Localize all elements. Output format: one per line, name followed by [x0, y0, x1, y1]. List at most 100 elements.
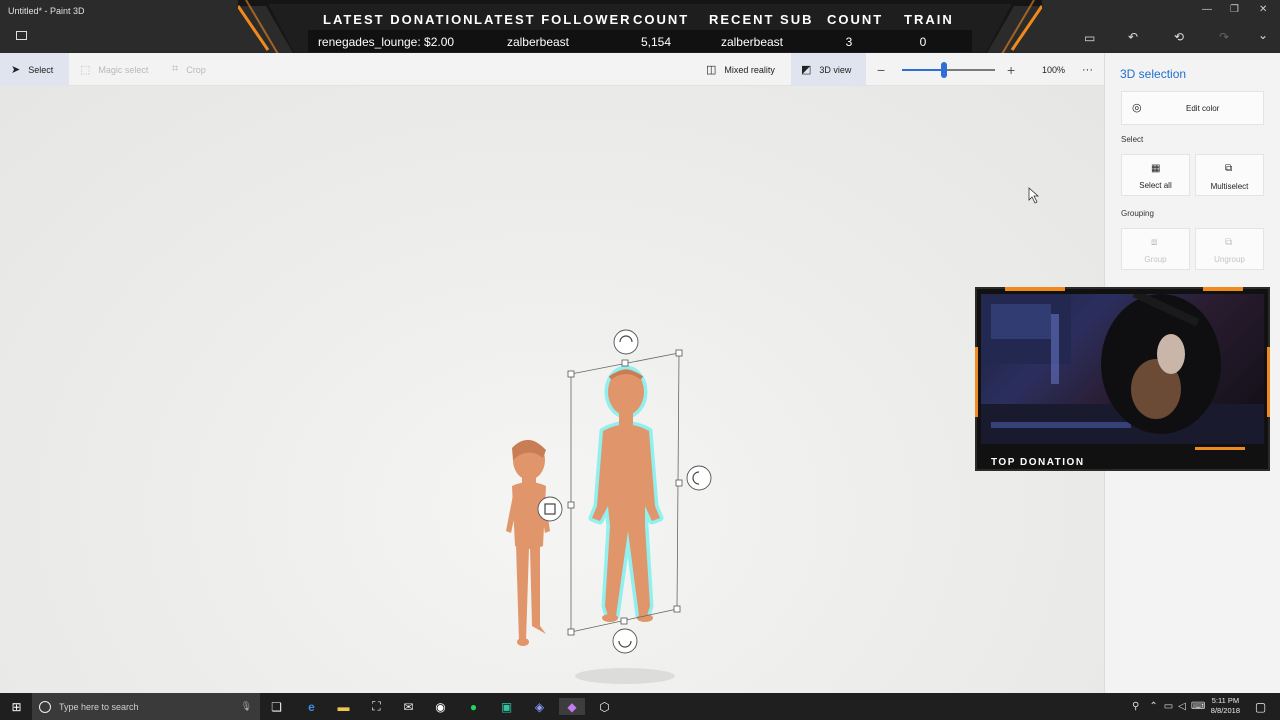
edit-color-label: Edit color	[1186, 104, 1220, 113]
undo-icon[interactable]: ↶	[1128, 30, 1138, 44]
minimize-icon[interactable]: —	[1202, 4, 1212, 15]
crop-button[interactable]: ⌗ Crop	[172, 53, 222, 86]
streamlabs-icon[interactable]: ▣	[498, 698, 515, 715]
header-latest-donation: LATEST DONATION	[323, 12, 475, 27]
system-tray: ⚲ ⌃ ▭ ◁ ⌨	[1132, 693, 1205, 720]
select-tool-button[interactable]: ➤ Select	[0, 53, 69, 86]
cortana-icon	[39, 700, 51, 713]
task-view-icon[interactable]: ❏	[268, 698, 285, 715]
restore-icon[interactable]: ❐	[1230, 4, 1239, 15]
discord-icon[interactable]: ◈	[531, 698, 548, 715]
group-label: Group	[1144, 255, 1167, 264]
zoom-in-button[interactable]: +	[1007, 53, 1015, 86]
chevron-up-icon[interactable]: ⌃	[1149, 701, 1157, 712]
value-latest-follower: zalberbeast	[506, 35, 570, 49]
select-section-label: Select	[1121, 135, 1144, 144]
notifications-icon[interactable]: ▢	[1252, 698, 1269, 715]
store-icon[interactable]: ⛶	[368, 698, 385, 715]
child-figure[interactable]	[506, 439, 550, 646]
obs-icon[interactable]: ◉	[432, 698, 449, 715]
ungroup-button[interactable]: ⧉ Ungroup	[1195, 228, 1264, 270]
file-explorer-icon[interactable]: ▬	[335, 698, 352, 715]
ungroup-icon: ⧉	[1225, 237, 1233, 248]
mail-icon[interactable]: ✉	[400, 698, 417, 715]
zoom-slider-thumb[interactable]	[940, 62, 947, 78]
banner-frame	[238, 0, 1042, 58]
menu-icon[interactable]	[16, 31, 27, 40]
more-options-button[interactable]: ···	[1082, 53, 1093, 86]
keyboard-icon[interactable]: ⌨	[1191, 701, 1205, 712]
edit-color-button[interactable]: ◎ Edit color	[1121, 91, 1264, 125]
taskbar-search[interactable]: Type here to search 🎙	[32, 693, 260, 720]
magic-select-button[interactable]: ⬚ Magic select	[80, 53, 160, 86]
cursor-icon: ➤	[11, 64, 21, 76]
header-recent-sub: RECENT SUB	[709, 12, 814, 27]
close-icon[interactable]: ✕	[1259, 4, 1267, 15]
spotify-icon[interactable]: ●	[465, 698, 482, 715]
multiselect-icon: ⧉	[1225, 163, 1233, 174]
value-recent-sub: zalberbeast	[720, 35, 784, 49]
zoom-out-button[interactable]: −	[877, 53, 885, 86]
stream-stats-banner: LATEST DONATION LATEST FOLLOWER COUNT RE…	[238, 0, 1042, 60]
webcam-feed	[981, 294, 1264, 444]
network-icon[interactable]: ▭	[1164, 701, 1173, 712]
header-sub-count: COUNT	[827, 12, 884, 27]
magic-select-label: Magic select	[98, 64, 149, 75]
scene	[506, 187, 1040, 684]
select-all-button[interactable]: ▦ Select all	[1121, 154, 1190, 196]
magic-select-icon: ⬚	[80, 64, 91, 76]
header-train: TRAIN	[904, 12, 954, 27]
group-button[interactable]: ⧈ Group	[1121, 228, 1190, 270]
search-placeholder: Type here to search	[59, 701, 139, 712]
redo-icon[interactable]: ↷	[1219, 30, 1229, 44]
panel-title: 3D selection	[1120, 67, 1187, 81]
paint-3d-taskbar-icon[interactable]: ◆	[559, 698, 585, 715]
clock-time: 5:11 PM	[1211, 696, 1240, 705]
grouping-section-label: Grouping	[1121, 209, 1154, 218]
palette-icon: ◎	[1132, 102, 1142, 114]
mixed-reality-icon: ◫	[706, 64, 717, 76]
select-all-label: Select all	[1139, 181, 1172, 190]
value-latest-donation: renegades_lounge: $2.00	[317, 35, 455, 49]
crop-label: Crop	[186, 64, 206, 75]
value-train: 0	[919, 35, 927, 49]
adult-figure[interactable]	[588, 365, 664, 622]
top-donation-label: TOP DONATION	[991, 457, 1085, 468]
ungroup-label: Ungroup	[1214, 255, 1245, 264]
3d-view-button[interactable]: ◩ 3D view	[791, 53, 866, 86]
header-latest-follower: LATEST FOLLOWER	[474, 12, 632, 27]
multiselect-label: Multiselect	[1210, 182, 1249, 191]
paste-icon[interactable]: ▭	[1084, 31, 1095, 45]
edge-icon[interactable]: e	[303, 698, 320, 715]
history-icon[interactable]: ⟲	[1174, 30, 1184, 44]
chevron-down-icon[interactable]: ⌄	[1258, 28, 1268, 42]
zoom-slider-fill	[902, 69, 944, 71]
value-count: 5,154	[640, 35, 672, 49]
taskbar: ⊞ Type here to search 🎙 ❏ e ▬ ⛶ ✉ ◉ ● ▣ …	[0, 693, 1280, 720]
mixed-reality-button[interactable]: ◫ Mixed reality	[706, 53, 786, 86]
webcam-overlay: TOP DONATION	[975, 287, 1270, 471]
people-icon[interactable]: ⚲	[1132, 701, 1139, 712]
volume-icon[interactable]: ◁	[1178, 701, 1186, 712]
group-icon: ⧈	[1151, 237, 1158, 248]
window-title: Untitled* - Paint 3D	[8, 6, 85, 16]
taskbar-clock[interactable]: 5:11 PM 8/8/2018	[1211, 696, 1240, 716]
mouse-cursor-icon	[1028, 187, 1040, 204]
clock-date: 8/8/2018	[1210, 706, 1240, 715]
select-all-icon: ▦	[1151, 163, 1161, 174]
multiselect-button[interactable]: ⧉ Multiselect	[1195, 154, 1264, 196]
paint3d-window: Untitled* - Paint 3D ▭ ↶ ⟲ ↷ ⌄ — ❐ ✕ LAT…	[0, 0, 1280, 720]
microphone-icon[interactable]: 🎙	[241, 701, 252, 712]
mixed-reality-label: Mixed reality	[724, 64, 775, 75]
3d-canvas[interactable]	[0, 86, 1104, 693]
3d-viewer-icon[interactable]: ⬡	[596, 698, 613, 715]
shadow	[575, 668, 675, 684]
zoom-level[interactable]: 100%	[1042, 53, 1065, 86]
webcam-scene	[981, 294, 1264, 444]
3d-view-icon: ◩	[801, 64, 812, 76]
select-tool-label: Select	[28, 64, 54, 75]
crop-icon: ⌗	[172, 63, 179, 75]
header-count: COUNT	[633, 12, 690, 27]
value-sub-count: 3	[845, 35, 853, 49]
windows-start-icon[interactable]: ⊞	[8, 698, 25, 715]
